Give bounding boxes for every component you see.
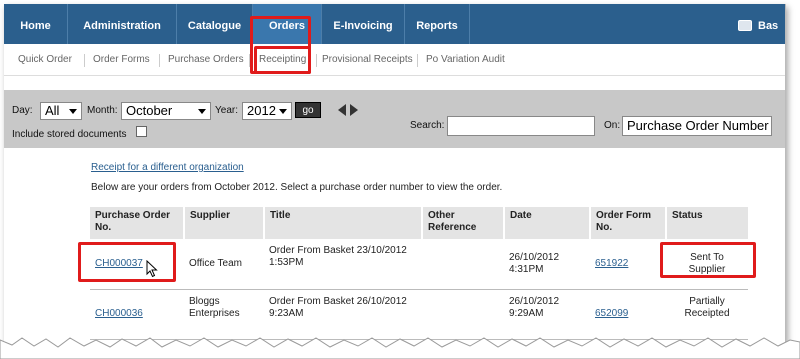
header-date: Date — [504, 207, 591, 239]
year-select-value: 2012 — [247, 103, 276, 118]
nav-catalogue[interactable]: Catalogue — [177, 4, 252, 44]
chevron-down-icon — [279, 109, 287, 114]
nav-reports[interactable]: Reports — [405, 4, 469, 44]
app-window: Home Administration Catalogue Orders E-I… — [4, 4, 786, 347]
header-supplier: Supplier — [184, 207, 265, 239]
subnav-provisional-receipts[interactable]: Provisional Receipts — [322, 44, 413, 76]
po-number-highlight — [78, 242, 176, 282]
po-number-link[interactable]: CH000036 — [95, 308, 143, 319]
date-cell: 26/10/2012 4:31PM — [504, 239, 590, 290]
filter-bar: Day: All Month: October Year: 2012 go In… — [4, 90, 785, 148]
torn-edge-decoration — [0, 337, 800, 359]
include-stored-checkbox[interactable] — [136, 126, 147, 137]
month-select[interactable]: October — [121, 102, 211, 120]
year-label: Year: — [215, 105, 238, 116]
nav-administration[interactable]: Administration — [68, 4, 176, 44]
day-select-value: All — [45, 103, 60, 118]
top-navigation: Home Administration Catalogue Orders E-I… — [4, 4, 785, 44]
supplier-cell: Office Team — [184, 239, 264, 290]
status-highlight — [660, 242, 756, 278]
nav-home[interactable]: Home — [4, 4, 67, 44]
chevron-down-icon — [198, 109, 206, 114]
month-label: Month: — [87, 105, 118, 116]
day-select[interactable]: All — [40, 102, 82, 120]
on-label: On: — [604, 120, 621, 131]
basket-icon[interactable] — [738, 20, 752, 31]
other-reference-cell — [422, 239, 504, 290]
next-arrow-icon[interactable] — [350, 104, 358, 116]
month-select-value: October — [126, 103, 173, 118]
title-cell: Order From Basket 23/10/2012 1:53PM — [264, 239, 422, 290]
intro-text: Below are your orders from October 2012.… — [91, 182, 503, 193]
year-select[interactable]: 2012 — [242, 102, 292, 120]
header-status: Status — [666, 207, 748, 239]
previous-arrow-icon[interactable] — [338, 104, 346, 116]
table-row: CH000037 Office Team Order From Basket 2… — [90, 239, 748, 290]
receipting-highlight — [254, 46, 311, 74]
search-input[interactable] — [447, 116, 595, 136]
search-on-select[interactable]: Purchase Order Number — [622, 116, 772, 136]
search-label: Search: — [410, 120, 445, 131]
sub-navigation: Quick Order Order Forms Purchase Orders … — [4, 44, 785, 76]
subnav-po-variation-audit[interactable]: Po Variation Audit — [426, 44, 505, 76]
subnav-purchase-orders[interactable]: Purchase Orders — [168, 44, 244, 76]
orders-table: Purchase Order No. Supplier Title Other … — [90, 207, 748, 340]
table-header-row: Purchase Order No. Supplier Title Other … — [90, 207, 748, 239]
nav-e-invoicing[interactable]: E-Invoicing — [322, 4, 404, 44]
order-form-link[interactable]: 652099 — [595, 308, 628, 319]
subnav-order-forms[interactable]: Order Forms — [93, 44, 150, 76]
subnav-quick-order[interactable]: Quick Order — [18, 44, 72, 76]
receipt-different-org-link[interactable]: Receipt for a different organization — [91, 162, 244, 173]
go-button[interactable]: go — [295, 102, 321, 118]
include-stored-label: Include stored documents — [12, 129, 127, 140]
header-other-reference: Other Reference — [422, 207, 505, 239]
header-title: Title — [264, 207, 423, 239]
header-order-form-no: Order Form No. — [590, 207, 667, 239]
order-form-link[interactable]: 651922 — [595, 258, 628, 269]
chevron-down-icon — [69, 109, 77, 114]
mouse-cursor-icon — [146, 260, 158, 278]
header-po-number: Purchase Order No. — [90, 207, 185, 239]
basket-label[interactable]: Bas — [758, 4, 778, 48]
day-label: Day: — [12, 105, 33, 116]
